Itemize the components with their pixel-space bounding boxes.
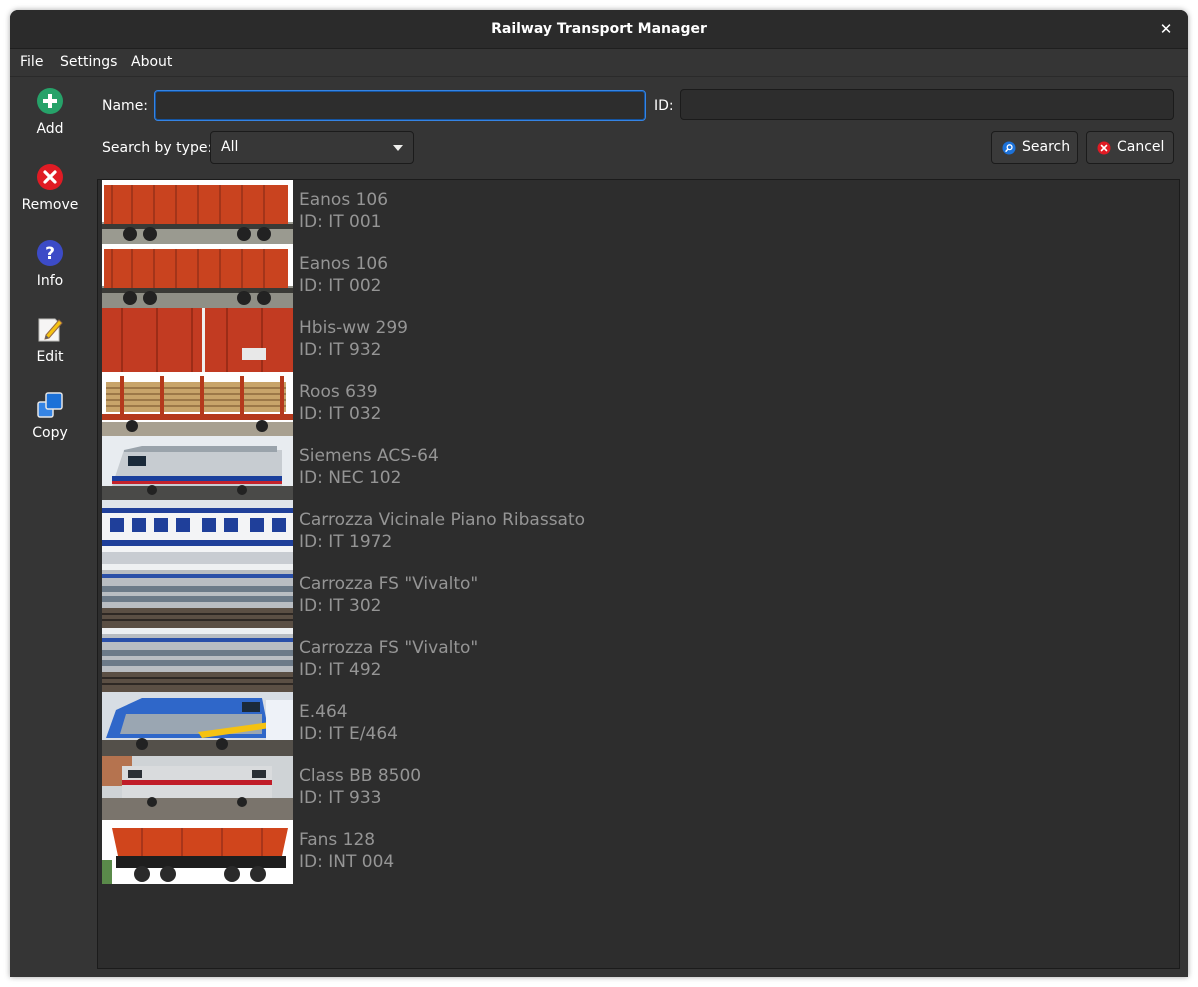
list-item[interactable]: Siemens ACS-64 ID: NEC 102 — [102, 436, 1172, 500]
menu-about[interactable]: About — [131, 49, 172, 76]
vehicle-thumbnail — [102, 436, 293, 500]
vehicle-id: ID: IT 032 — [299, 404, 382, 424]
id-label: ID: — [654, 98, 674, 114]
search-button-label: Search — [1022, 139, 1071, 155]
vehicle-thumbnail — [102, 308, 293, 372]
list-item[interactable]: E.464 ID: IT E/464 — [102, 692, 1172, 756]
vehicle-name: Carrozza FS "Vivalto" — [299, 638, 479, 658]
vehicle-list[interactable]: Eanos 106 ID: IT 001 Eanos 106 ID: IT 00… — [97, 179, 1180, 969]
side-toolbar: Add Remove ? Info Edit Copy — [10, 77, 94, 977]
cancel-icon — [1097, 141, 1111, 155]
vehicle-id: ID: IT 1972 — [299, 532, 393, 552]
cancel-button[interactable]: Cancel — [1086, 131, 1174, 164]
name-input[interactable] — [154, 90, 646, 121]
copy-icon — [37, 392, 63, 418]
info-icon: ? — [37, 240, 63, 266]
vehicle-name: Eanos 106 — [299, 190, 389, 210]
vehicle-id: ID: IT 002 — [299, 276, 382, 296]
list-item[interactable]: Fans 128 ID: INT 004 — [102, 820, 1172, 884]
vehicle-name: Roos 639 — [299, 382, 378, 402]
close-window-button[interactable]: ✕ — [1154, 10, 1178, 48]
list-item[interactable]: Carrozza FS "Vivalto" ID: IT 302 — [102, 564, 1172, 628]
search-icon — [1002, 141, 1016, 155]
list-item[interactable]: Carrozza Vicinale Piano Ribassato ID: IT… — [102, 500, 1172, 564]
chevron-down-icon — [393, 145, 403, 151]
add-label: Add — [36, 121, 64, 137]
add-icon — [37, 88, 63, 114]
add-button[interactable]: Add — [10, 77, 90, 147]
remove-icon — [37, 164, 63, 190]
info-label: Info — [36, 273, 64, 289]
menubar: File Settings About — [10, 49, 1188, 77]
vehicle-id: ID: IT 492 — [299, 660, 382, 680]
list-item[interactable]: Class BB 8500 ID: IT 933 — [102, 756, 1172, 820]
remove-label: Remove — [21, 197, 79, 213]
vehicle-thumbnail — [102, 564, 293, 628]
edit-icon — [38, 318, 63, 342]
vehicle-name: Class BB 8500 — [299, 766, 422, 786]
vehicle-name: E.464 — [299, 702, 348, 722]
vehicle-thumbnail — [102, 692, 293, 756]
vehicle-name: Carrozza FS "Vivalto" — [299, 574, 479, 594]
copy-label: Copy — [32, 425, 68, 441]
search-type-value: All — [221, 139, 239, 155]
window-title: Railway Transport Manager — [491, 21, 707, 37]
svg-text:?: ? — [45, 244, 55, 264]
vehicle-thumbnail — [102, 820, 293, 884]
search-button[interactable]: Search — [991, 131, 1078, 164]
menu-file[interactable]: File — [20, 49, 43, 76]
vehicle-thumbnail — [102, 500, 293, 564]
list-item[interactable]: Eanos 106 ID: IT 001 — [102, 180, 1172, 244]
list-item[interactable]: Hbis-ww 299 ID: IT 932 — [102, 308, 1172, 372]
vehicle-id: ID: IT 933 — [299, 788, 382, 808]
vehicle-name: Fans 128 — [299, 830, 376, 850]
vehicle-name: Carrozza Vicinale Piano Ribassato — [299, 510, 586, 530]
copy-button[interactable]: Copy — [10, 381, 90, 451]
list-item[interactable]: Roos 639 ID: IT 032 — [102, 372, 1172, 436]
search-type-dropdown[interactable]: All — [210, 131, 414, 164]
vehicle-id: ID: IT E/464 — [299, 724, 398, 744]
vehicle-id: ID: IT 302 — [299, 596, 382, 616]
info-button[interactable]: ? Info — [10, 229, 90, 299]
titlebar[interactable]: Railway Transport Manager ✕ — [10, 10, 1188, 49]
app-window: Railway Transport Manager ✕ File Setting… — [10, 10, 1188, 977]
vehicle-thumbnail — [102, 372, 293, 436]
vehicle-thumbnail — [102, 180, 293, 244]
vehicle-id: ID: IT 001 — [299, 212, 382, 232]
vehicle-name: Eanos 106 — [299, 254, 389, 274]
list-item[interactable]: Eanos 106 ID: IT 002 — [102, 244, 1172, 308]
vehicle-name: Siemens ACS-64 — [299, 446, 439, 466]
vehicle-thumbnail — [102, 756, 293, 820]
search-type-label: Search by type: — [102, 140, 213, 156]
vehicle-id: ID: INT 004 — [299, 852, 395, 872]
list-item[interactable]: Carrozza FS "Vivalto" ID: IT 492 — [102, 628, 1172, 692]
vehicle-id: ID: NEC 102 — [299, 468, 402, 488]
edit-button[interactable]: Edit — [10, 305, 90, 375]
cancel-button-label: Cancel — [1117, 139, 1165, 155]
vehicle-thumbnail — [102, 628, 293, 692]
vehicle-id: ID: IT 932 — [299, 340, 382, 360]
edit-label: Edit — [36, 349, 64, 365]
vehicle-thumbnail — [102, 244, 293, 308]
name-label: Name: — [102, 98, 149, 114]
menu-settings[interactable]: Settings — [60, 49, 117, 76]
vehicle-name: Hbis-ww 299 — [299, 318, 408, 338]
remove-button[interactable]: Remove — [10, 153, 90, 223]
id-input[interactable] — [680, 89, 1174, 120]
